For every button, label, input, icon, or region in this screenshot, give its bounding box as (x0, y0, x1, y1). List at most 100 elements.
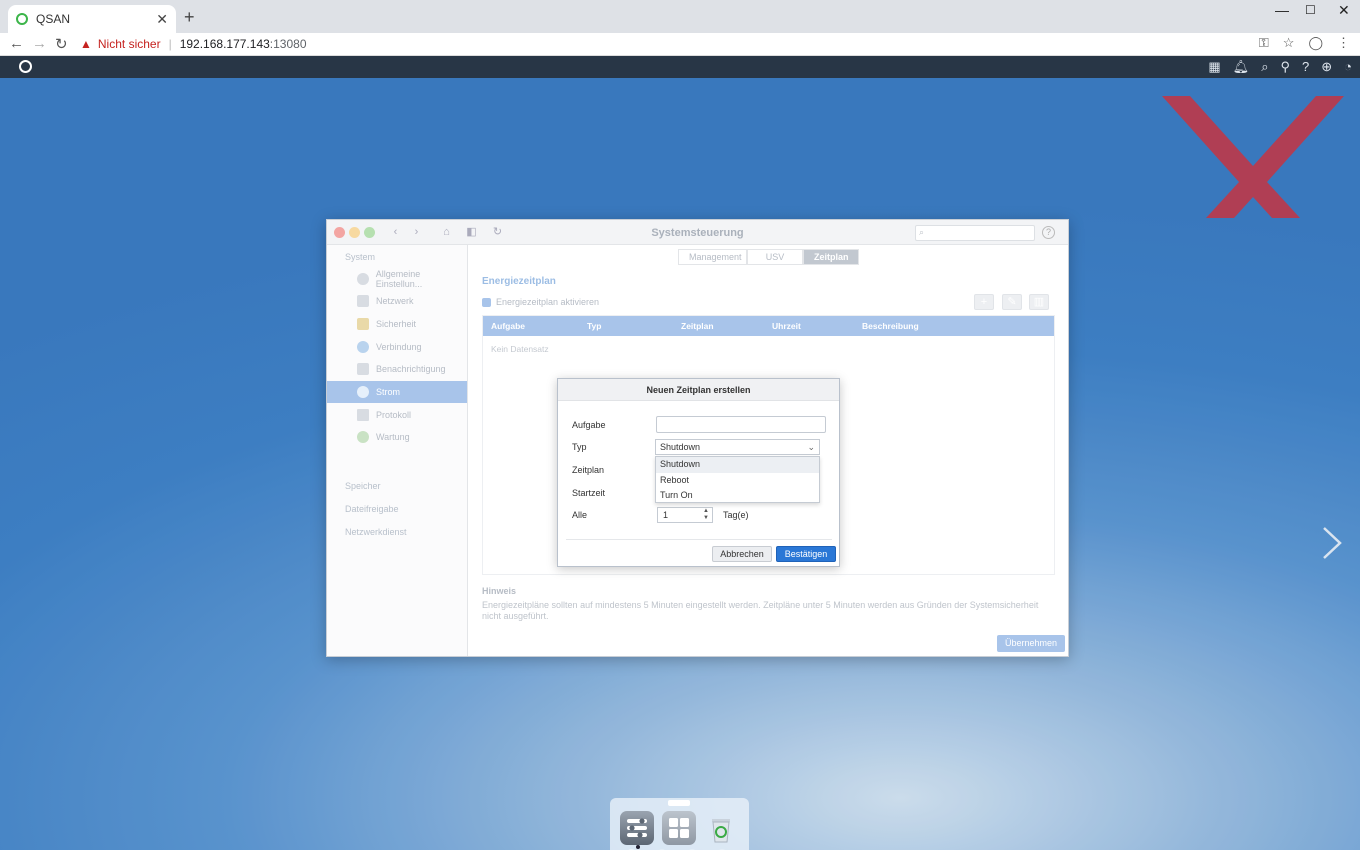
browser-tab[interactable]: QSAN ✕ (8, 5, 176, 33)
next-page-arrow-icon[interactable] (1316, 525, 1346, 561)
type-option-turn-on[interactable]: Turn On (656, 488, 819, 504)
column-description[interactable]: Beschreibung (854, 316, 927, 336)
sidebar-item-maintenance[interactable]: Wartung (327, 426, 467, 448)
table-empty-text: Kein Datensatz (491, 344, 549, 354)
search-icon: ⌕ (919, 227, 925, 237)
warning-icon: ▲ (80, 37, 92, 51)
every-label: Alle (572, 510, 588, 520)
tab-management[interactable]: Management (678, 249, 747, 265)
url-port: :13080 (269, 37, 307, 51)
new-schedule-dialog: Neuen Zeitplan erstellen Aufgabe Typ Shu… (557, 378, 840, 567)
recycle-bin-icon[interactable] (704, 811, 738, 845)
sidebar-section-storage[interactable]: Speicher (345, 481, 381, 491)
message-icon (357, 363, 369, 375)
minimize-icon[interactable]: — (1275, 2, 1289, 18)
sidebar-section-network-service[interactable]: Netzwerkdienst (345, 527, 407, 537)
chevron-down-icon: ⌄ (807, 442, 815, 452)
tab-ups[interactable]: USV (747, 249, 803, 265)
window-close-icon[interactable]: ✕ (1338, 2, 1350, 19)
key-icon[interactable]: ⚿ (1259, 35, 1269, 51)
security-label: Nicht sicher (97, 37, 161, 51)
sidebar-section-file-sharing[interactable]: Dateifreigabe (345, 504, 399, 514)
browser-tab-bar: QSAN ✕ + — ☐ ✕ (0, 0, 1360, 33)
gear-icon (357, 273, 369, 285)
column-type[interactable]: Typ (579, 316, 673, 336)
back-icon[interactable]: ← (9, 35, 24, 52)
help-icon[interactable]: ? (1302, 59, 1309, 75)
sidebar-item-log[interactable]: Protokoll (327, 404, 467, 426)
window-search-input[interactable]: ⌕ (915, 225, 1035, 241)
task-label: Aufgabe (572, 420, 606, 430)
window-titlebar[interactable]: ‹ › ⌂ ◧ ↻ Systemsteuerung ⌕ ? (327, 220, 1068, 245)
hint-text: Energiezeitpläne sollten auf mindestens … (482, 600, 1039, 621)
type-option-shutdown[interactable]: Shutdown (656, 457, 819, 473)
column-task[interactable]: Aufgabe (483, 316, 579, 336)
type-selected-value: Shutdown (660, 442, 701, 452)
network-icon (357, 295, 369, 307)
schedule-label: Zeitplan (572, 465, 605, 475)
table-header: Aufgabe Typ Zeitplan Uhrzeit Beschreibun… (483, 316, 1054, 336)
every-unit: Tag(e) (723, 510, 749, 520)
forward-icon[interactable]: → (32, 35, 47, 52)
maximize-icon[interactable]: ☐ (1305, 3, 1316, 17)
content-title: Energiezeitplan (482, 276, 556, 287)
qsan-logo-icon[interactable] (19, 60, 32, 73)
delete-schedule-button[interactable]: ▥ (1029, 294, 1049, 310)
control-panel-app-icon[interactable] (620, 811, 654, 845)
dashboard-gauge-icon[interactable]: ◔ (1344, 59, 1352, 75)
type-dropdown-list: Shutdown Reboot Turn On (655, 456, 820, 503)
dialog-title[interactable]: Neuen Zeitplan erstellen (558, 379, 839, 401)
user-icon[interactable]: ⚲ (1280, 59, 1290, 75)
apply-button[interactable]: Übernehmen (997, 635, 1065, 652)
reload-icon[interactable]: ↻ (55, 35, 68, 53)
sidebar-section-system[interactable]: System (345, 252, 375, 262)
start-time-label: Startzeit (572, 488, 606, 498)
sidebar-item-notification[interactable]: Benachrichtigung (327, 358, 467, 380)
dock-running-indicator (636, 845, 640, 849)
url-field[interactable]: ▲ Nicht sicher | 192.168.177.143 :13080 (80, 35, 307, 53)
language-globe-icon[interactable]: ⊕ (1321, 59, 1332, 75)
browser-tab-title: QSAN (36, 12, 71, 26)
url-host: 192.168.177.143 (179, 37, 270, 51)
sidebar-item-power[interactable]: Strom (327, 381, 467, 403)
notification-bell-icon[interactable]: 🔔︎ (1233, 59, 1250, 75)
enable-schedule-checkbox[interactable]: Energiezeitplan aktivieren (482, 297, 599, 307)
dialog-divider (566, 539, 832, 540)
app-center-icon[interactable] (662, 811, 696, 845)
column-schedule[interactable]: Zeitplan (673, 316, 764, 336)
bookmark-star-icon[interactable]: ☆ (1283, 35, 1295, 51)
watermark-logo-icon (1162, 96, 1344, 218)
dock-handle[interactable] (668, 800, 690, 806)
tools-icon (357, 431, 369, 443)
document-icon (357, 409, 369, 421)
stepper-arrows-icon[interactable]: ▲ ▼ (703, 508, 709, 522)
confirm-button[interactable]: Bestätigen (776, 546, 836, 562)
column-time[interactable]: Uhrzeit (764, 316, 854, 336)
sidebar-item-connection[interactable]: Verbindung (327, 336, 467, 358)
type-option-reboot[interactable]: Reboot (656, 473, 819, 489)
type-select[interactable]: Shutdown ⌄ (655, 439, 820, 455)
window-help-icon[interactable]: ? (1042, 226, 1055, 239)
sidebar-item-general[interactable]: Allgemeine Einstellun... (327, 268, 467, 290)
task-input[interactable] (656, 416, 826, 433)
profile-icon[interactable]: ◯ (1308, 35, 1323, 51)
edit-schedule-button[interactable]: ✎ (1002, 294, 1022, 310)
sidebar-item-network[interactable]: Netzwerk (327, 290, 467, 312)
address-bar: ← → ↻ ▲ Nicht sicher | 192.168.177.143 :… (0, 33, 1360, 56)
add-schedule-button[interactable]: + (974, 294, 994, 310)
search-icon[interactable]: ⌕ (1261, 59, 1268, 75)
tab-schedule[interactable]: Zeitplan (803, 249, 859, 265)
qsan-favicon-icon (16, 13, 28, 25)
close-tab-icon[interactable]: ✕ (156, 11, 168, 28)
new-tab-icon[interactable]: + (184, 7, 195, 28)
apps-grid-icon[interactable]: ▦ (1208, 59, 1220, 75)
checkbox-checked-icon[interactable] (482, 297, 491, 307)
sidebar-item-security[interactable]: Sicherheit (327, 313, 467, 335)
hint-title: Hinweis (482, 586, 517, 596)
cancel-button[interactable]: Abbrechen (712, 546, 772, 562)
menu-dots-icon[interactable]: ⋮ (1337, 35, 1350, 51)
url-separator: | (168, 37, 172, 51)
globe-icon (357, 341, 369, 353)
lightbulb-icon (357, 386, 369, 398)
every-stepper[interactable]: 1 ▲ ▼ (657, 507, 713, 523)
